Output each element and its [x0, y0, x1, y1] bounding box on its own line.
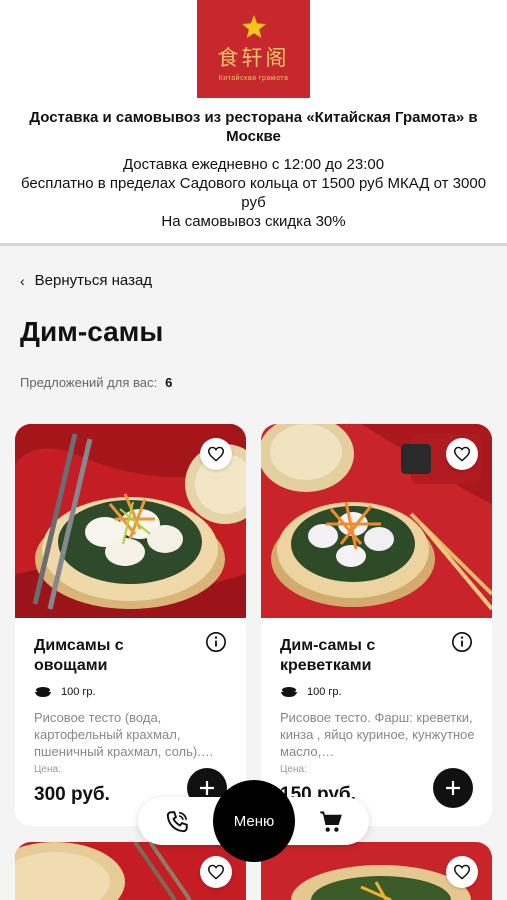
delivery-info: Доставка ежедневно с 12:00 до 23:00 бесп…	[10, 155, 497, 231]
info-icon[interactable]	[451, 631, 473, 653]
restaurant-header: 食轩阁 Китайская грамота Доставка и самовыв…	[0, 0, 507, 246]
weight-value: 100 гр.	[307, 686, 342, 698]
product-card[interactable]	[261, 842, 492, 900]
favorite-button[interactable]	[200, 856, 232, 888]
plus-icon	[446, 781, 460, 795]
star-icon	[241, 15, 266, 39]
page-title: Дим-самы	[20, 316, 164, 347]
info-icon[interactable]	[205, 631, 227, 653]
favorite-button[interactable]	[446, 438, 478, 470]
product-image[interactable]	[15, 424, 246, 618]
plus-icon	[200, 781, 214, 795]
product-card[interactable]: Дим-самы с креветками 100 гр. Рисовое те…	[261, 424, 492, 826]
product-description: Рисовое тесто (вода, картофельный крахма…	[34, 710, 214, 759]
product-weight: 100 гр.	[280, 686, 342, 698]
header-title: Доставка и самовывоз из ресторана «Китай…	[29, 109, 478, 145]
pickup-discount: На самовывоз скидка 30%	[161, 213, 346, 230]
bowl-icon	[281, 687, 297, 697]
chevron-left-icon: ‹	[20, 272, 25, 289]
product-card[interactable]	[15, 842, 246, 900]
product-card[interactable]: Димсамы с овощами 100 гр. Рисовое тесто …	[15, 424, 246, 826]
cart-icon[interactable]	[318, 809, 344, 835]
back-link[interactable]: ‹ Вернуться назад	[20, 272, 152, 289]
price-label: Цена:	[34, 764, 61, 775]
logo-subtitle: Китайская грамота	[218, 75, 289, 82]
product-image[interactable]	[15, 842, 246, 900]
product-weight: 100 гр.	[34, 686, 96, 698]
offers-count: Предложений для вас: 6	[20, 375, 172, 390]
delivery-hours: Доставка ежедневно с 12:00 до 23:00	[122, 156, 385, 173]
product-description: Рисовое тесто. Фарш: креветки, кинза , я…	[280, 710, 475, 759]
bowl-icon	[35, 687, 51, 697]
weight-value: 100 гр.	[61, 686, 96, 698]
product-image[interactable]	[261, 842, 492, 900]
heart-icon	[453, 864, 471, 880]
product-name[interactable]: Дим-самы с креветками	[280, 636, 440, 676]
offers-label: Предложений для вас:	[20, 375, 158, 390]
favorite-button[interactable]	[200, 438, 232, 470]
back-label: Вернуться назад	[34, 272, 153, 289]
add-to-cart-button[interactable]	[433, 768, 473, 808]
menu-button[interactable]: Меню	[213, 780, 295, 862]
restaurant-logo[interactable]: 食轩阁 Китайская грамота	[197, 0, 310, 98]
product-name[interactable]: Димсамы с овощами	[34, 636, 194, 676]
logo-chinese-text: 食轩阁	[217, 46, 290, 70]
product-image[interactable]	[261, 424, 492, 618]
phone-icon[interactable]	[164, 809, 190, 835]
heart-icon	[453, 446, 471, 462]
offers-count-value: 6	[165, 375, 173, 390]
price-label: Цена:	[280, 764, 307, 775]
heart-icon	[207, 446, 225, 462]
delivery-free-conditions: бесплатно в пределах Садового кольца от …	[20, 175, 487, 211]
product-price: 300 руб.	[34, 784, 110, 805]
heart-icon	[207, 864, 225, 880]
favorite-button[interactable]	[446, 856, 478, 888]
